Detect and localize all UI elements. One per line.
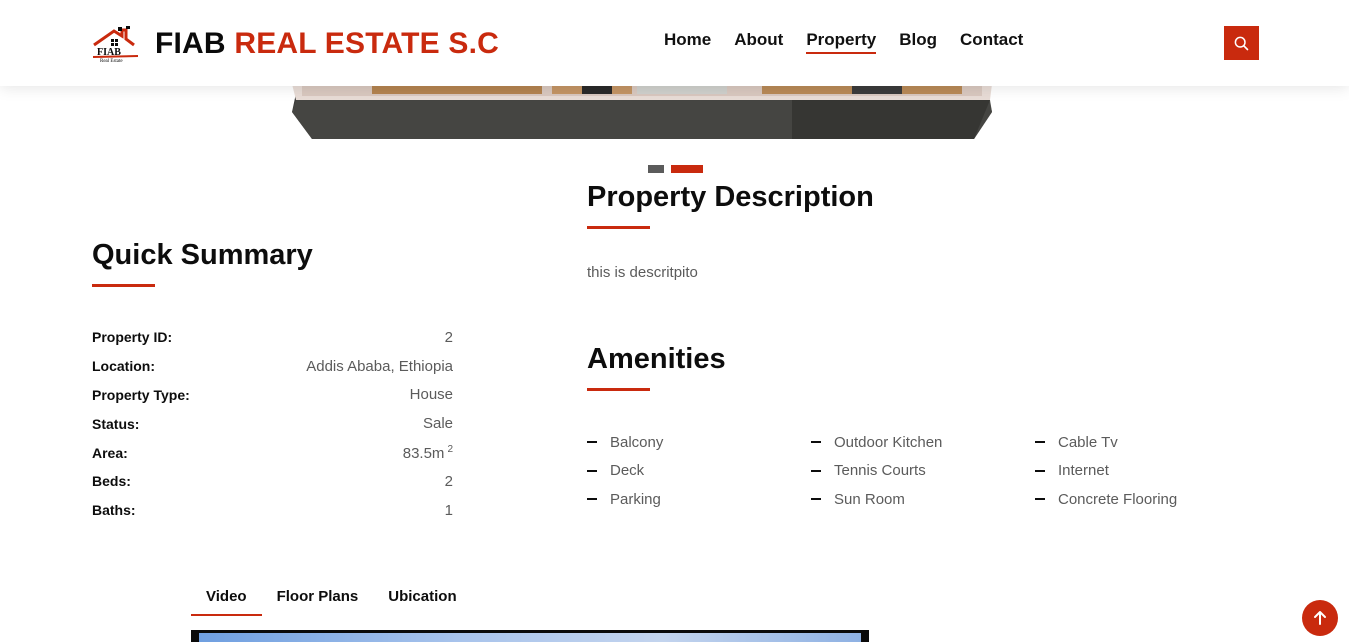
amenity-label: Deck: [610, 462, 645, 480]
dash-icon: [1035, 498, 1045, 501]
amenity-item: Parking: [587, 485, 663, 514]
amenity-item: Cable Tv: [1035, 428, 1177, 457]
summary-label: Property Type:: [92, 386, 190, 403]
property-description-text: this is descritpito: [587, 264, 698, 281]
summary-label: Property ID:: [92, 329, 173, 346]
site-header: FIAB Real Estate FIAB REAL ESTATE S.C Ho…: [0, 0, 1349, 86]
amenity-label: Concrete Flooring: [1058, 490, 1178, 508]
dash-icon: [1035, 441, 1045, 444]
tab-video[interactable]: Video: [191, 586, 262, 616]
property-floorplan-image: [292, 84, 992, 139]
nav-property[interactable]: Property: [806, 30, 877, 54]
property-description-title: Property Description: [587, 181, 874, 213]
amenities-column: Outdoor Kitchen Tennis Courts Sun Room: [811, 428, 942, 514]
nav-home[interactable]: Home: [664, 30, 711, 54]
amenities-column: Balcony Deck Parking: [587, 428, 663, 514]
amenity-label: Parking: [610, 490, 661, 508]
summary-label: Baths:: [92, 502, 136, 519]
summary-row: Property ID: 2: [92, 323, 453, 352]
video-frame: [199, 633, 861, 642]
amenity-item: Internet: [1035, 457, 1177, 486]
amenity-label: Internet: [1058, 462, 1109, 480]
amenity-label: Outdoor Kitchen: [834, 433, 943, 451]
amenity-label: Cable Tv: [1058, 433, 1118, 451]
summary-label: Beds:: [92, 473, 131, 490]
summary-value: 2: [444, 472, 453, 490]
tab-floor-plans[interactable]: Floor Plans: [262, 586, 374, 616]
carousel-indicators: [648, 165, 703, 173]
house-logo-icon: FIAB Real Estate: [92, 26, 139, 64]
back-to-top-button[interactable]: [1302, 600, 1338, 636]
amenity-label: Tennis Courts: [834, 462, 926, 480]
summary-label: Location:: [92, 358, 155, 375]
summary-value: 1: [444, 501, 453, 519]
dash-icon: [587, 469, 597, 472]
summary-label: Area:: [92, 444, 128, 461]
video-player[interactable]: [191, 630, 869, 642]
quick-summary-title: Quick Summary: [92, 239, 313, 271]
dash-icon: [811, 441, 821, 444]
amenity-item: Balcony: [587, 428, 663, 457]
carousel-dot-active[interactable]: [671, 165, 703, 173]
summary-value: Addis Ababa, Ethiopia: [306, 357, 453, 375]
area-value: 83.5m: [402, 444, 445, 462]
title-underline: [587, 388, 650, 391]
arrow-up-icon: [1314, 611, 1326, 625]
amenities-column: Cable Tv Internet Concrete Flooring: [1035, 428, 1177, 514]
search-icon: [1234, 36, 1249, 50]
amenities-title: Amenities: [587, 343, 726, 375]
summary-value: 2: [444, 328, 453, 346]
summary-value: House: [409, 386, 453, 404]
dash-icon: [811, 469, 821, 472]
summary-row: Location: Addis Ababa, Ethiopia: [92, 352, 453, 381]
dash-icon: [587, 498, 597, 501]
nav-blog[interactable]: Blog: [899, 30, 937, 54]
title-underline: [587, 226, 650, 229]
nav-about[interactable]: About: [734, 30, 783, 54]
svg-text:FIAB: FIAB: [97, 47, 121, 58]
media-tabs: Video Floor Plans Ubication: [191, 586, 472, 616]
summary-row: Area: 83.5m 2: [92, 438, 453, 467]
amenity-item: Tennis Courts: [811, 457, 942, 486]
dash-icon: [1035, 469, 1045, 472]
brand-name: FIAB REAL ESTATE S.C: [155, 24, 499, 64]
summary-value: Sale: [422, 415, 453, 433]
summary-label: Status:: [92, 415, 140, 432]
amenity-item: Sun Room: [811, 485, 942, 514]
search-button[interactable]: [1224, 26, 1259, 60]
carousel-dot[interactable]: [648, 165, 664, 173]
summary-row: Beds: 2: [92, 467, 453, 496]
title-underline: [92, 284, 155, 287]
tab-ubication[interactable]: Ubication: [373, 586, 471, 616]
brand-name-part1: FIAB: [155, 27, 226, 60]
quick-summary-list: Property ID: 2 Location: Addis Ababa, Et…: [92, 323, 453, 525]
amenity-label: Sun Room: [834, 490, 905, 508]
summary-row: Property Type: House: [92, 381, 453, 410]
summary-row: Status: Sale: [92, 409, 453, 438]
main-nav: Home About Property Blog Contact: [664, 30, 1046, 54]
amenity-item: Deck: [587, 457, 663, 486]
amenity-label: Balcony: [610, 433, 664, 451]
amenity-item: Outdoor Kitchen: [811, 428, 942, 457]
svg-text:Real Estate: Real Estate: [100, 59, 123, 64]
summary-value: 83.5m 2: [403, 444, 453, 462]
summary-row: Baths: 1: [92, 496, 453, 525]
amenity-item: Concrete Flooring: [1035, 485, 1177, 514]
brand-logo[interactable]: FIAB Real Estate FIAB REAL ESTATE S.C: [92, 24, 499, 64]
brand-name-part2: REAL ESTATE S.C: [234, 27, 500, 60]
area-unit-superscript: 2: [447, 443, 453, 455]
nav-contact[interactable]: Contact: [960, 30, 1023, 54]
dash-icon: [811, 498, 821, 501]
dash-icon: [587, 441, 597, 444]
